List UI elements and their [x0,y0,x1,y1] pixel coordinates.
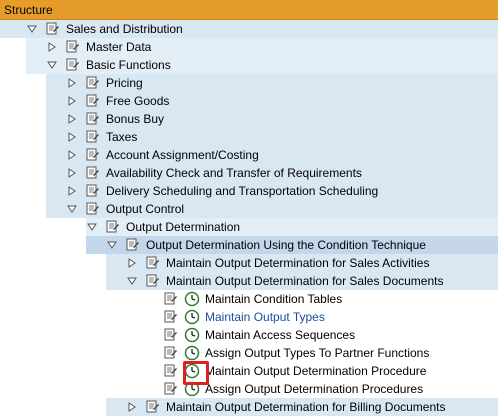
collapsed-triangle-icon[interactable] [126,254,138,272]
tree-label: Basic Functions [86,58,171,72]
collapsed-triangle-icon[interactable] [66,146,78,164]
collapsed-triangle-icon[interactable] [66,128,78,146]
document-icon [164,292,177,305]
tree-label: Maintain Condition Tables [205,292,343,306]
expanded-triangle-icon[interactable] [26,20,38,38]
tree-row-free-goods[interactable]: Free Goods [0,92,498,110]
document-icon [86,94,99,107]
tree-row-basic-functions[interactable]: Basic Functions [0,56,498,74]
expanded-triangle-icon[interactable] [66,200,78,218]
highlight-box [183,361,209,385]
structure-header: Structure [0,0,498,20]
tree-row-delivery-scheduling[interactable]: Delivery Scheduling and Transportation S… [0,182,498,200]
tree-row-output-determination[interactable]: Output Determination [0,218,498,236]
tree-label: Maintain Access Sequences [205,328,356,342]
tree-row-sales-and-distribution[interactable]: Sales and Distribution [0,20,498,38]
document-icon [164,346,177,359]
document-icon [86,148,99,161]
tree-label: Output Control [106,202,185,216]
tree-label: Availability Check and Transfer of Requi… [106,166,362,180]
tree-label: Maintain Output Determination for Sales … [166,274,444,288]
collapsed-triangle-icon[interactable] [126,398,138,416]
tree-row-bonus-buy[interactable]: Bonus Buy [0,110,498,128]
tree-row-availability-check[interactable]: Availability Check and Transfer of Requi… [0,164,498,182]
document-icon [126,238,139,251]
document-icon [66,58,79,71]
document-icon [86,166,99,179]
document-icon [164,310,177,323]
document-icon [146,256,159,269]
document-icon [86,202,99,215]
structure-header-title: Structure [4,3,53,17]
document-icon [164,382,177,395]
document-icon [106,220,119,233]
tree-label: Maintain Output Determination Procedure [205,364,427,378]
tree-row-maintain-od-procedure[interactable]: Maintain Output Determination Procedure [0,362,498,380]
document-icon [86,112,99,125]
document-icon [86,130,99,143]
tree-row-assign-output-types-partner[interactable]: Assign Output Types To Partner Functions [0,344,498,362]
expanded-triangle-icon[interactable] [106,236,118,254]
tree-label: Output Determination [126,220,241,234]
tree-row-account-assignment[interactable]: Account Assignment/Costing [0,146,498,164]
tree-label: Pricing [106,76,143,90]
tree-label[interactable]: Maintain Output Types [205,308,325,326]
tree-label: Taxes [106,130,138,144]
tree-label: Bonus Buy [106,112,165,126]
collapsed-triangle-icon[interactable] [66,182,78,200]
collapsed-triangle-icon[interactable] [66,92,78,110]
tree-label: Assign Output Determination Procedures [205,382,424,396]
tree-row-maintain-od-billing-documents[interactable]: Maintain Output Determination for Billin… [0,398,498,416]
tree-label: Assign Output Types To Partner Functions [205,346,430,360]
expanded-triangle-icon[interactable] [86,218,98,236]
tree-row-assign-od-procedures[interactable]: Assign Output Determination Procedures [0,380,498,398]
document-icon [146,274,159,287]
collapsed-triangle-icon[interactable] [66,74,78,92]
document-icon [164,328,177,341]
execute-clock-icon[interactable] [184,327,200,343]
execute-clock-icon[interactable] [184,309,200,325]
tree-label: Maintain Output Determination for Billin… [166,400,446,414]
expanded-triangle-icon[interactable] [126,272,138,290]
collapsed-triangle-icon[interactable] [66,110,78,128]
tree-label: Sales and Distribution [66,22,183,36]
document-icon [86,184,99,197]
tree-row-output-det-condition-technique[interactable]: Output Determination Using the Condition… [0,236,498,254]
tree-label: Delivery Scheduling and Transportation S… [106,184,379,198]
tree-label: Output Determination Using the Condition… [146,238,426,252]
tree-row-maintain-access-sequences[interactable]: Maintain Access Sequences [0,326,498,344]
tree-row-maintain-od-sales-documents[interactable]: Maintain Output Determination for Sales … [0,272,498,290]
execute-clock-icon[interactable] [184,345,200,361]
img-structure-tree: Sales and Distribution Master Data Basic… [0,20,498,416]
tree-label: Account Assignment/Costing [106,148,259,162]
tree-row-maintain-output-types[interactable]: Maintain Output Types [0,308,498,326]
tree-row-master-data[interactable]: Master Data [0,38,498,56]
collapsed-triangle-icon[interactable] [46,38,58,56]
tree-label: Free Goods [106,94,170,108]
document-icon [66,40,79,53]
tree-row-pricing[interactable]: Pricing [0,74,498,92]
document-icon [164,364,177,377]
collapsed-triangle-icon[interactable] [66,164,78,182]
tree-label: Master Data [86,40,152,54]
document-icon [146,400,159,413]
execute-clock-icon[interactable] [184,291,200,307]
tree-row-maintain-od-sales-activities[interactable]: Maintain Output Determination for Sales … [0,254,498,272]
tree-row-output-control[interactable]: Output Control [0,200,498,218]
tree-row-taxes[interactable]: Taxes [0,128,498,146]
tree-row-maintain-condition-tables[interactable]: Maintain Condition Tables [0,290,498,308]
expanded-triangle-icon[interactable] [46,56,58,74]
document-icon [46,22,59,35]
tree-label: Maintain Output Determination for Sales … [166,256,430,270]
document-icon [86,76,99,89]
